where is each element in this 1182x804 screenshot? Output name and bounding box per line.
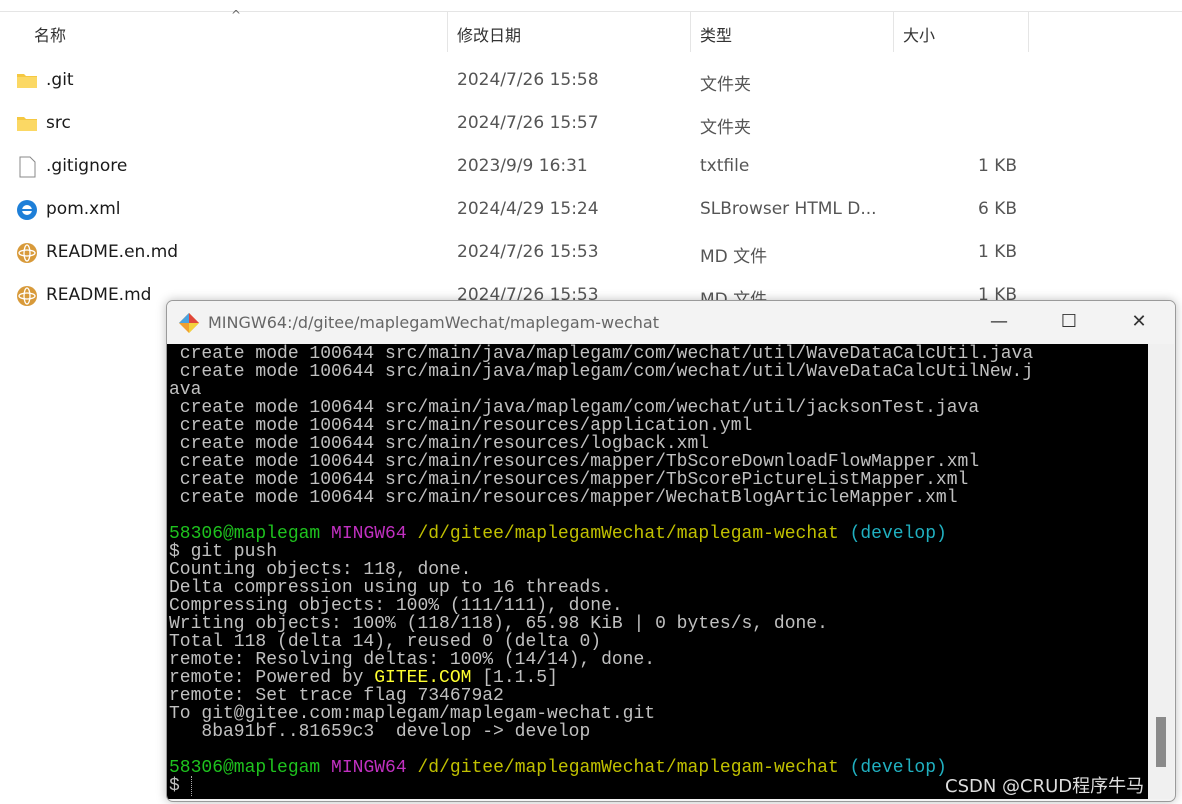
column-divider[interactable] [447,12,448,52]
column-header-date[interactable]: 修改日期 [457,22,521,46]
column-header-type[interactable]: 类型 [700,22,732,46]
file-type: MD 文件 [700,247,768,267]
file-date: 2024/4/29 15:24 [457,199,599,219]
file-name: pom.xml [46,199,121,219]
file-name: src [46,113,71,133]
file-date: 2024/7/26 15:57 [457,113,599,133]
terminal-line: Total 118 (delta 14), reused 0 (delta 0) [169,632,602,652]
column-divider[interactable] [1028,12,1029,52]
terminal-line: remote: Powered by GITEE.COM [1.1.5] [169,669,1033,687]
command-line: $ git push [169,542,278,562]
git-bash-icon [179,313,199,333]
prompt-line: 58306@maplegam MINGW64 /d/gitee/maplegam… [169,759,1033,777]
terminal-line: create mode 100644 src/main/java/maplega… [169,362,1034,382]
file-icon [16,156,38,178]
terminal-line: create mode 100644 src/main/resources/lo… [169,434,710,454]
prompt-symbol: $ [169,776,191,796]
divider [0,11,1182,12]
file-name: README.en.md [46,242,179,262]
column-header-name[interactable]: 名称 [34,22,66,46]
text: remote: Powered by [169,668,375,688]
file-date: 2024/7/26 15:53 [457,242,599,262]
prompt-system: MINGW64 [331,758,407,778]
terminal-line: Delta compression using up to 16 threads… [169,578,612,598]
sort-ascending-icon: ^ [231,8,242,22]
file-row[interactable]: .git 2024/7/26 15:58 文件夹 [0,59,1182,102]
terminal-line: ava [169,380,202,400]
terminal-window[interactable]: MINGW64:/d/gitee/maplegamWechat/maplegam… [166,300,1176,802]
terminal-line: Counting objects: 118, done. [169,560,472,580]
file-row[interactable]: src 2024/7/26 15:57 文件夹 [0,102,1182,145]
file-size: 1 KB [977,242,1017,262]
terminal-line: 8ba91bf..81659c3 develop -> develop [169,722,591,742]
watermark: CSDN @CRUD程序牛马 [945,776,1145,797]
atom-icon [16,242,38,263]
prompt-user: 58306@maplegam [169,524,321,544]
file-name: .gitignore [46,156,128,176]
text: [1.1.5] [471,668,558,688]
minimize-button[interactable]: — [979,309,1019,335]
file-name: .git [46,70,74,90]
prompt-line: 58306@maplegam MINGW64 /d/gitee/maplegam… [169,525,1033,543]
prompt-branch: (develop) [849,758,947,778]
terminal-line: create mode 100644 src/main/resources/ma… [169,452,980,472]
terminal-line: create mode 100644 src/main/java/maplega… [169,344,1034,364]
file-row[interactable]: pom.xml 2024/4/29 15:24 SLBrowser HTML D… [0,188,1182,231]
terminal-line: remote: Resolving deltas: 100% (14/14), … [169,650,656,670]
column-divider[interactable] [690,12,691,52]
file-type: 文件夹 [700,75,751,95]
terminal-line: Writing objects: 100% (118/118), 65.98 K… [169,614,828,634]
file-date: 2023/9/9 16:31 [457,156,588,176]
title-bar[interactable]: MINGW64:/d/gitee/maplegamWechat/maplegam… [167,301,1175,344]
file-row[interactable]: README.en.md 2024/7/26 15:53 MD 文件 1 KB [0,231,1182,274]
terminal-line: Compressing objects: 100% (111/111), don… [169,596,623,616]
input-line[interactable]: $ [169,776,1033,796]
folder-icon [16,113,38,133]
prompt-system: MINGW64 [331,524,407,544]
terminal-line: remote: Set trace flag 734679a2 [169,686,504,706]
prompt-user: 58306@maplegam [169,758,321,778]
terminal-line: create mode 100644 src/main/resources/ap… [169,416,753,436]
terminal-line: To git@gitee.com:maplegam/maplegam-wecha… [169,704,656,724]
file-date: 2024/7/26 15:58 [457,70,599,90]
folder-icon [16,70,38,90]
prompt-path: /d/gitee/maplegamWechat/maplegam-wechat [417,524,839,544]
prompt-path: /d/gitee/maplegamWechat/maplegam-wechat [417,758,839,778]
terminal-line: create mode 100644 src/main/java/maplega… [169,398,980,418]
gitee-brand: GITEE.COM [374,668,472,688]
browser-icon [16,199,38,220]
scrollbar-thumb[interactable] [1156,717,1166,767]
terminal-line: create mode 100644 src/main/resources/ma… [169,488,958,508]
file-size: 6 KB [977,199,1017,219]
close-button[interactable]: ✕ [1119,309,1159,335]
maximize-button[interactable]: ☐ [1049,309,1089,335]
cursor [190,776,203,796]
window-title: MINGW64:/d/gitee/maplegamWechat/maplegam… [208,313,659,332]
column-header-size[interactable]: 大小 [903,22,935,46]
column-divider[interactable] [893,12,894,52]
file-name: README.md [46,285,152,305]
file-type: 文件夹 [700,118,751,138]
scrollbar[interactable] [1148,344,1174,799]
atom-icon [16,285,38,306]
terminal-output[interactable]: create mode 100644 src/main/java/maplega… [167,344,1148,799]
file-type: SLBrowser HTML D... [700,199,877,219]
terminal-line: create mode 100644 src/main/resources/ma… [169,470,969,490]
file-size: 1 KB [977,156,1017,176]
file-type: txtfile [700,156,750,176]
prompt-branch: (develop) [849,524,947,544]
file-row[interactable]: .gitignore 2023/9/9 16:31 txtfile 1 KB [0,145,1182,188]
